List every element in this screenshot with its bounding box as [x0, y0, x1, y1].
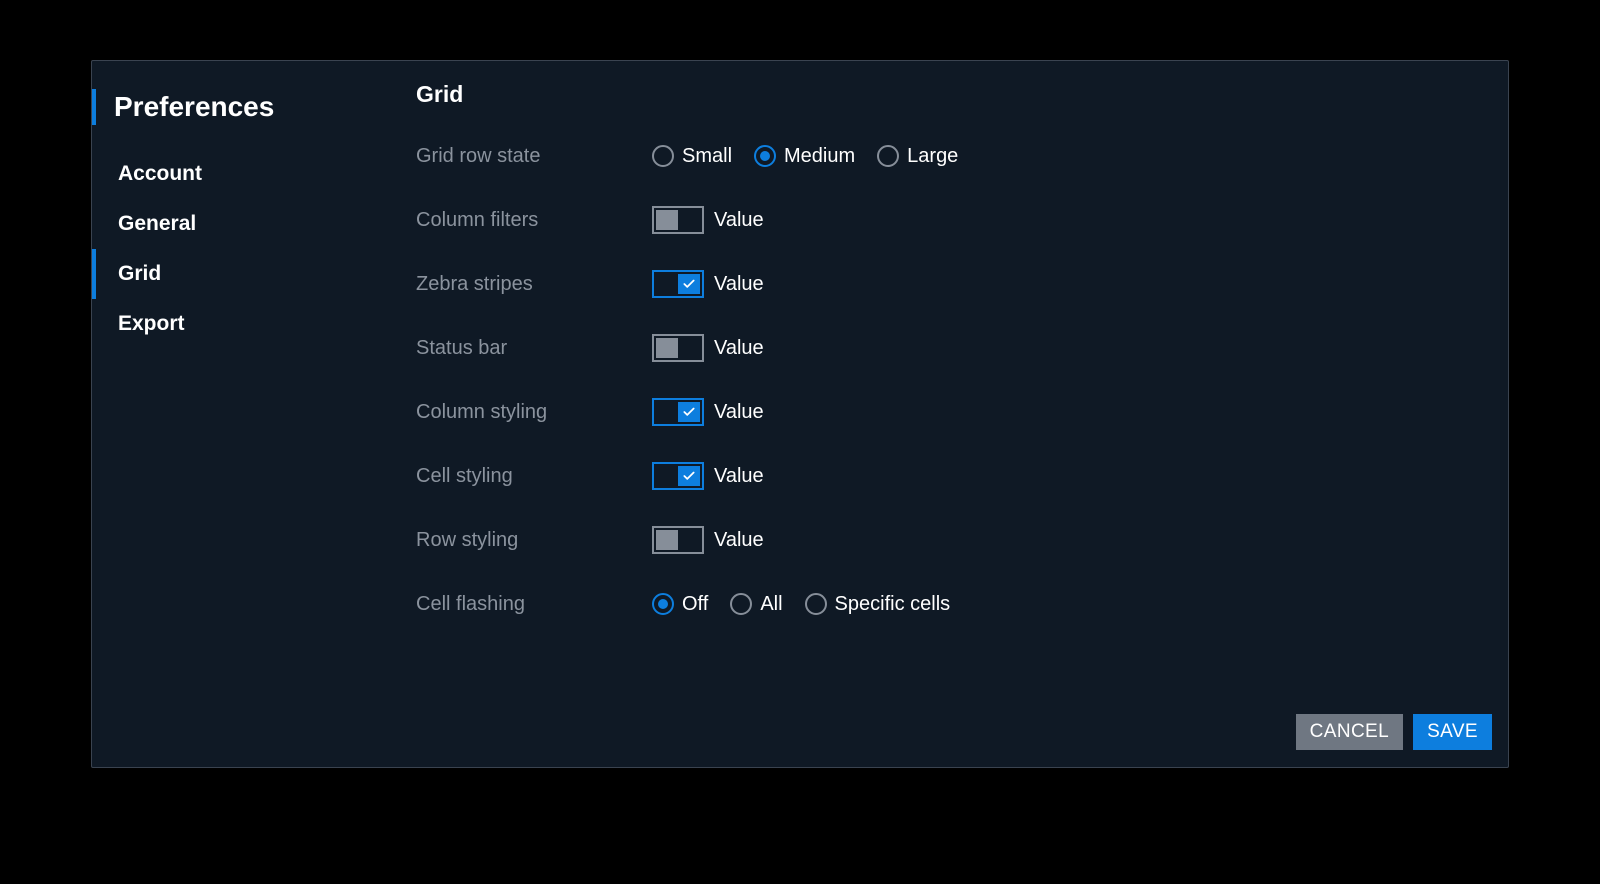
toggle-knob-icon — [678, 466, 700, 486]
radio-circle-icon — [805, 593, 827, 615]
radio-circle-icon — [877, 145, 899, 167]
label-row-styling: Row styling — [416, 529, 652, 552]
nav-item-general[interactable]: General — [92, 199, 416, 249]
dialog-body: Preferences Account General Grid Export … — [92, 61, 1508, 709]
radio-grid-row-state-small[interactable]: Small — [652, 145, 732, 168]
toggle-knob-icon — [656, 338, 678, 358]
nav-item-account[interactable]: Account — [92, 149, 416, 199]
radio-label: Small — [682, 145, 732, 168]
row-column-styling: Column styling Value — [416, 392, 1508, 432]
row-cell-styling: Cell styling Value — [416, 456, 1508, 496]
label-column-styling: Column styling — [416, 401, 652, 424]
radio-grid-row-state-large[interactable]: Large — [877, 145, 958, 168]
radio-cell-flashing-off[interactable]: Off — [652, 593, 708, 616]
toggle-value-label: Value — [714, 401, 764, 424]
radio-label: Large — [907, 145, 958, 168]
controls-status-bar: Value — [652, 334, 764, 362]
controls-grid-row-state: Small Medium Large — [652, 145, 958, 168]
toggle-knob-icon — [656, 530, 678, 550]
toggle-knob-icon — [656, 210, 678, 230]
radio-label: Specific cells — [835, 593, 951, 616]
row-status-bar: Status bar Value — [416, 328, 1508, 368]
toggle-column-styling[interactable] — [652, 398, 704, 426]
controls-column-filters: Value — [652, 206, 764, 234]
row-row-styling: Row styling Value — [416, 520, 1508, 560]
controls-row-styling: Value — [652, 526, 764, 554]
toggle-cell-styling[interactable] — [652, 462, 704, 490]
sidebar: Preferences Account General Grid Export — [92, 79, 416, 709]
controls-column-styling: Value — [652, 398, 764, 426]
toggle-value-label: Value — [714, 465, 764, 488]
radio-circle-icon — [730, 593, 752, 615]
radio-circle-icon — [754, 145, 776, 167]
toggle-value-label: Value — [714, 273, 764, 296]
label-column-filters: Column filters — [416, 209, 652, 232]
label-cell-styling: Cell styling — [416, 465, 652, 488]
radio-label: Medium — [784, 145, 855, 168]
section-title: Grid — [416, 81, 1508, 108]
row-cell-flashing: Cell flashing Off All Specific cells — [416, 584, 1508, 624]
radio-circle-icon — [652, 593, 674, 615]
toggle-knob-icon — [678, 402, 700, 422]
toggle-value-label: Value — [714, 209, 764, 232]
toggle-value-label: Value — [714, 337, 764, 360]
radio-label: All — [760, 593, 782, 616]
radio-grid-row-state-medium[interactable]: Medium — [754, 145, 855, 168]
content-panel: Grid Grid row state Small Medium Large — [416, 79, 1508, 709]
controls-cell-flashing: Off All Specific cells — [652, 593, 950, 616]
toggle-column-filters[interactable] — [652, 206, 704, 234]
toggle-zebra-stripes[interactable] — [652, 270, 704, 298]
controls-cell-styling: Value — [652, 462, 764, 490]
label-grid-row-state: Grid row state — [416, 145, 652, 168]
radio-cell-flashing-all[interactable]: All — [730, 593, 782, 616]
preferences-dialog: Preferences Account General Grid Export … — [91, 60, 1509, 768]
toggle-row-styling[interactable] — [652, 526, 704, 554]
radio-circle-icon — [652, 145, 674, 167]
radio-cell-flashing-specific[interactable]: Specific cells — [805, 593, 951, 616]
save-button[interactable]: SAVE — [1413, 714, 1492, 750]
label-cell-flashing: Cell flashing — [416, 593, 652, 616]
nav-item-grid[interactable]: Grid — [92, 249, 416, 299]
dialog-footer: CANCEL SAVE — [92, 709, 1508, 767]
row-column-filters: Column filters Value — [416, 200, 1508, 240]
title-accent-bar — [92, 89, 96, 125]
nav-item-export[interactable]: Export — [92, 299, 416, 349]
row-grid-row-state: Grid row state Small Medium Large — [416, 136, 1508, 176]
toggle-status-bar[interactable] — [652, 334, 704, 362]
toggle-value-label: Value — [714, 529, 764, 552]
toggle-knob-icon — [678, 274, 700, 294]
dialog-title: Preferences — [114, 91, 274, 123]
dialog-title-wrap: Preferences — [92, 79, 416, 135]
controls-zebra-stripes: Value — [652, 270, 764, 298]
radio-label: Off — [682, 593, 708, 616]
sidebar-nav: Account General Grid Export — [92, 149, 416, 349]
row-zebra-stripes: Zebra stripes Value — [416, 264, 1508, 304]
label-zebra-stripes: Zebra stripes — [416, 273, 652, 296]
label-status-bar: Status bar — [416, 337, 652, 360]
cancel-button[interactable]: CANCEL — [1296, 714, 1403, 750]
